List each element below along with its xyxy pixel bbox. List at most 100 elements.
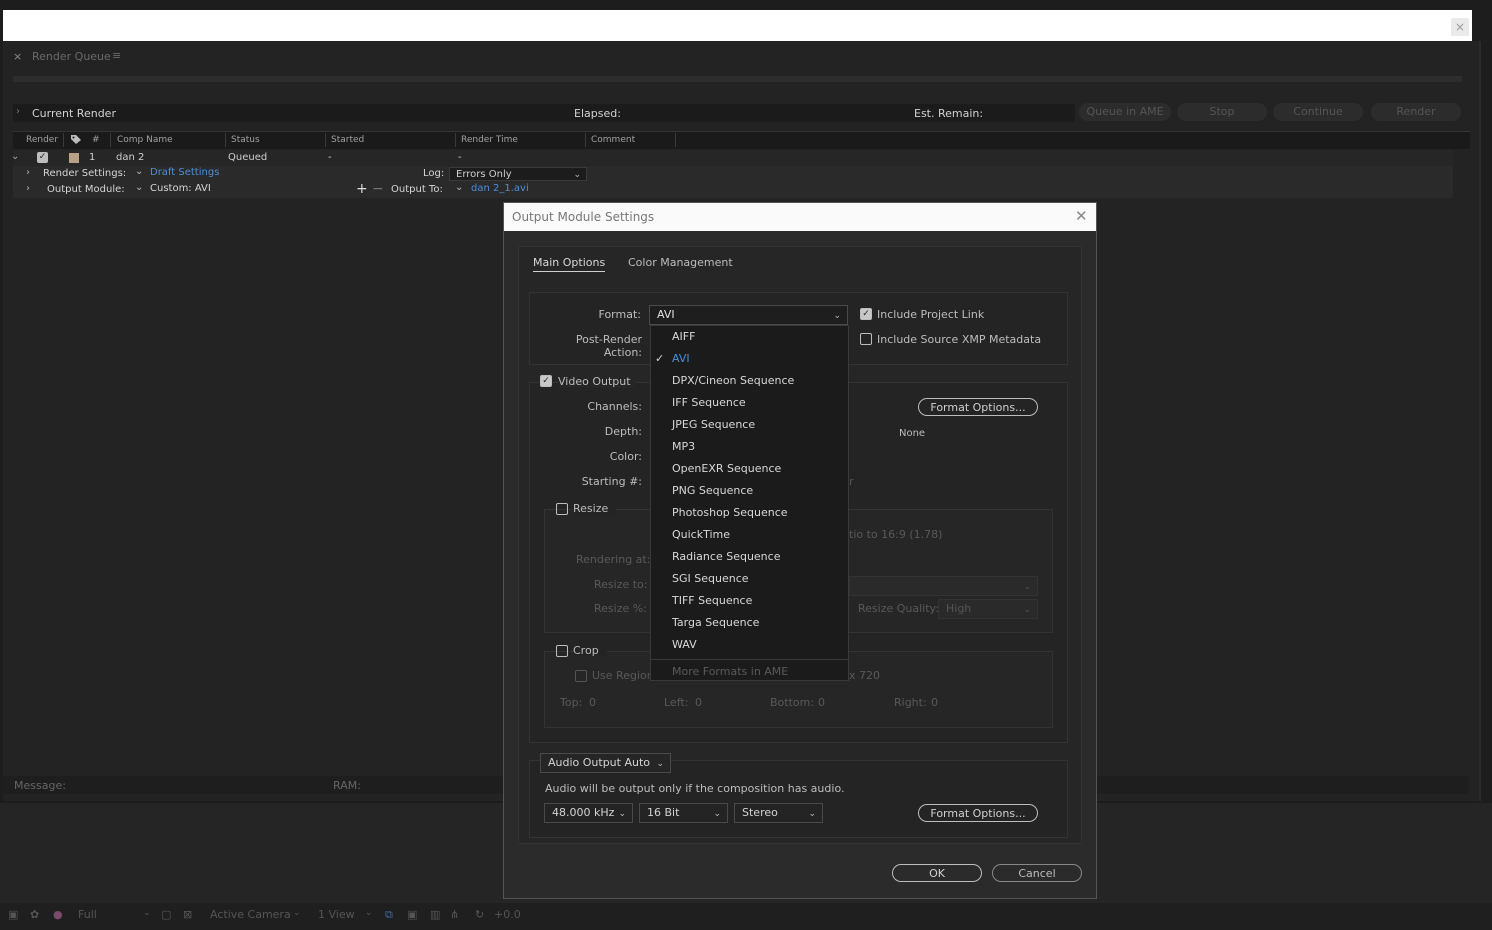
chevron-down-icon[interactable]: ⌄ xyxy=(455,182,463,193)
format-option-tiff[interactable]: TIFF Sequence xyxy=(672,594,752,607)
bit-depth-select[interactable]: 16 Bit ⌄ xyxy=(639,803,728,823)
render-checkbox[interactable]: ✓ xyxy=(37,152,48,163)
render-settings-link[interactable]: Draft Settings xyxy=(150,167,219,178)
sample-rate-select[interactable]: 48.000 kHz ⌄ xyxy=(544,803,633,823)
exposure-value[interactable]: +0.0 xyxy=(494,908,521,921)
crop-checkbox[interactable] xyxy=(556,645,568,657)
col-status[interactable]: Status xyxy=(231,135,260,145)
format-option-sgi[interactable]: SGI Sequence xyxy=(672,572,749,585)
format-option-photoshop[interactable]: Photoshop Sequence xyxy=(672,506,788,519)
chevron-down-icon[interactable]: ⌄ xyxy=(293,908,301,918)
format-option-png[interactable]: PNG Sequence xyxy=(672,484,753,497)
chevron-right-icon[interactable]: › xyxy=(26,167,30,178)
resize-checkbox[interactable] xyxy=(556,503,568,515)
fast-preview-icon[interactable]: ▣ xyxy=(407,908,417,921)
cancel-button[interactable]: Cancel xyxy=(992,864,1082,882)
col-comment[interactable]: Comment xyxy=(591,135,635,145)
tab-main-options[interactable]: Main Options xyxy=(533,256,606,272)
format-option-aiff[interactable]: AIFF xyxy=(672,330,695,343)
ok-button[interactable]: OK xyxy=(892,864,982,882)
include-project-link-checkbox[interactable]: ✓ xyxy=(860,308,872,320)
chevron-down-icon[interactable]: ⌄ xyxy=(365,908,373,918)
window-close-icon[interactable]: × xyxy=(1451,18,1469,36)
chevron-right-icon[interactable]: › xyxy=(16,106,20,117)
channels-icon[interactable]: ● xyxy=(53,908,63,921)
channels-label: Channels: xyxy=(587,400,642,413)
format-option-quicktime[interactable]: QuickTime xyxy=(672,528,730,541)
transparency-grid-icon[interactable]: ⊠ xyxy=(183,908,192,921)
chevron-down-icon[interactable]: ⌄ xyxy=(135,166,143,177)
format-option-jpeg[interactable]: JPEG Sequence xyxy=(672,418,755,431)
crop-left-value[interactable]: 0 xyxy=(695,696,702,709)
format-option-dpx[interactable]: DPX/Cineon Sequence xyxy=(672,374,794,387)
crop-size-partial: x 720 xyxy=(849,669,881,682)
include-xmp-checkbox[interactable] xyxy=(860,333,872,345)
current-render-label: Current Render xyxy=(32,107,116,120)
output-module-value[interactable]: Custom: AVI xyxy=(150,183,211,194)
chevron-right-icon[interactable]: › xyxy=(26,183,30,194)
tab-close-icon[interactable]: × xyxy=(13,50,22,63)
view-layout-select[interactable]: 1 View xyxy=(318,908,355,921)
video-output-checkbox[interactable]: ✓ xyxy=(540,375,552,387)
label-color-swatch[interactable] xyxy=(69,153,79,163)
timeline-icon[interactable]: ▥ xyxy=(430,908,440,921)
chevron-down-icon[interactable]: ⌄ xyxy=(11,151,19,162)
add-output-module-icon[interactable]: + xyxy=(356,181,368,197)
dialog-close-icon[interactable]: ✕ xyxy=(1075,207,1088,225)
render-progress-bar xyxy=(13,76,1462,82)
label-tag-icon[interactable] xyxy=(70,134,82,144)
crop-top-label: Top: xyxy=(560,696,583,709)
queue-in-ame-button[interactable]: Queue in AME xyxy=(1079,103,1171,121)
use-region-checkbox[interactable] xyxy=(575,670,587,682)
resize-to-label: Resize to: xyxy=(594,578,648,591)
format-option-avi[interactable]: AVI xyxy=(672,352,690,365)
panel-menu-icon[interactable]: ≡ xyxy=(112,49,121,62)
col-render[interactable]: Render xyxy=(26,135,58,145)
format-option-radiance[interactable]: Radiance Sequence xyxy=(672,550,780,563)
col-comp-name[interactable]: Comp Name xyxy=(117,135,173,145)
resolution-select[interactable]: Full xyxy=(78,908,97,921)
format-option-targa[interactable]: Targa Sequence xyxy=(672,616,759,629)
reset-exposure-icon[interactable]: ↻ xyxy=(475,908,484,921)
crop-top-value[interactable]: 0 xyxy=(589,696,596,709)
format-option-openexr[interactable]: OpenEXR Sequence xyxy=(672,462,781,475)
flowchart-icon[interactable]: ⋔ xyxy=(450,908,459,921)
resize-preset-select[interactable]: ⌄ xyxy=(849,576,1038,596)
stop-button[interactable]: Stop xyxy=(1177,103,1267,121)
tab-render-queue[interactable]: Render Queue xyxy=(32,50,111,63)
col-started[interactable]: Started xyxy=(331,135,364,145)
audio-format-options-button[interactable]: Format Options... xyxy=(918,804,1038,822)
camera-icon[interactable]: ▣ xyxy=(8,908,18,921)
resize-quality-select[interactable]: High ⌄ xyxy=(938,599,1038,619)
format-select[interactable]: AVI ⌄ xyxy=(649,305,848,325)
crop-left-label: Left: xyxy=(664,696,689,709)
audio-output-select[interactable]: Audio Output Auto ⌄ xyxy=(540,753,671,773)
chevron-down-icon[interactable]: ⌄ xyxy=(135,182,143,193)
tab-color-management[interactable]: Color Management xyxy=(628,256,733,269)
format-option-iff[interactable]: IFF Sequence xyxy=(672,396,746,409)
output-to-link[interactable]: dan 2_1.avi xyxy=(471,183,529,194)
continue-button[interactable]: Continue xyxy=(1273,103,1363,121)
include-xmp-label: Include Source XMP Metadata xyxy=(877,333,1042,346)
bit-depth-value: 16 Bit xyxy=(647,806,680,819)
log-select[interactable]: Errors Only ⌄ xyxy=(449,167,587,181)
crop-bottom-value[interactable]: 0 xyxy=(818,696,825,709)
color-wheel-icon[interactable]: ✿ xyxy=(30,908,39,921)
crop-right-value[interactable]: 0 xyxy=(931,696,938,709)
chevron-down-icon[interactable]: ⌄ xyxy=(143,908,151,918)
region-icon[interactable]: ▢ xyxy=(161,908,171,921)
remove-output-module-icon[interactable]: − xyxy=(372,181,384,197)
format-option-wav[interactable]: WAV xyxy=(672,638,697,651)
camera-select[interactable]: Active Camera xyxy=(210,908,291,921)
render-button[interactable]: Render xyxy=(1371,103,1461,121)
audio-channels-select[interactable]: Stereo ⌄ xyxy=(734,803,823,823)
format-label: Format: xyxy=(598,308,641,321)
col-separator xyxy=(585,133,586,147)
format-option-mp3[interactable]: MP3 xyxy=(672,440,695,453)
menu-separator xyxy=(651,659,848,660)
col-render-time[interactable]: Render Time xyxy=(461,135,518,145)
video-format-options-button[interactable]: Format Options... xyxy=(918,398,1038,416)
pixel-aspect-icon[interactable]: ⧉ xyxy=(385,908,393,922)
log-label: Log: xyxy=(423,168,445,179)
col-number[interactable]: # xyxy=(92,135,100,145)
